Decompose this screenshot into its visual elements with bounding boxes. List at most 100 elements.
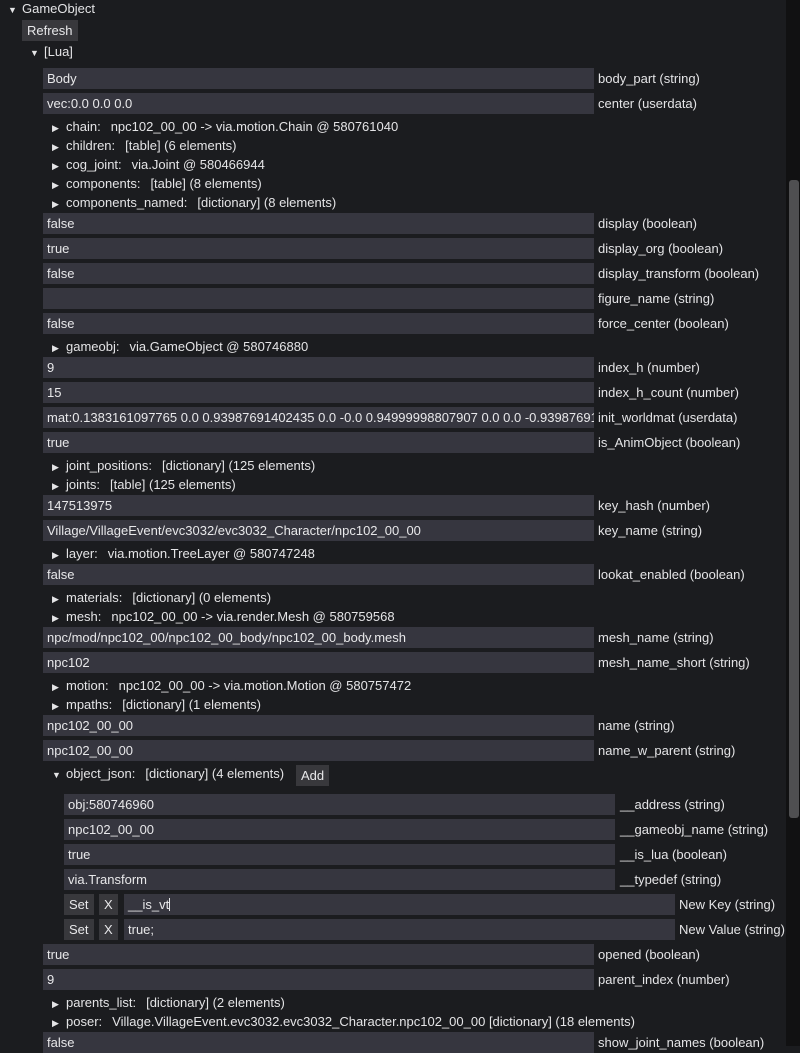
collapsed-tree-node[interactable]: ▶ children: [table] (6 elements): [52, 136, 236, 155]
collapsed-triangle-icon[interactable]: ▶: [52, 1014, 66, 1033]
node-value: npc102_00_00 -> via.motion.Motion @ 5807…: [118, 678, 412, 693]
node-key: layer:: [66, 546, 98, 561]
collapsed-tree-node[interactable]: ▶ cog_joint: via.Joint @ 580466944: [52, 155, 265, 174]
node-value: [table] (8 elements): [150, 176, 262, 191]
property-label: New Value (string): [679, 922, 785, 937]
add-button[interactable]: Add: [296, 765, 330, 786]
value-input[interactable]: mat:0.1383161097765 0.0 0.93987691402435…: [43, 407, 594, 428]
collapsed-tree-node[interactable]: ▶ joints: [table] (125 elements): [52, 475, 236, 494]
node-value: [dictionary] (0 elements): [132, 590, 272, 605]
collapsed-tree-node[interactable]: ▶ joint_positions: [dictionary] (125 eleme…: [52, 456, 315, 475]
scrollbar-thumb[interactable]: [789, 180, 799, 818]
node-key: motion:: [66, 678, 109, 693]
set-button[interactable]: Set: [64, 919, 94, 940]
value-input[interactable]: obj:580746960: [64, 794, 615, 815]
property-label: __is_lua (boolean): [620, 847, 727, 862]
value-input[interactable]: npc102_00_00: [43, 740, 594, 761]
node-key: joint_positions:: [66, 458, 152, 473]
property-label: key_hash (number): [598, 498, 710, 513]
collapsed-tree-node[interactable]: ▶ mpaths: [dictionary] (1 elements): [52, 695, 261, 714]
expanded-triangle-icon[interactable]: ▼: [8, 2, 22, 19]
property-label: index_h_count (number): [598, 385, 739, 400]
text-cursor: [169, 898, 171, 911]
collapsed-tree-node[interactable]: ▶ components_named: [dictionary] (8 elemen…: [52, 193, 336, 212]
collapsed-tree-node[interactable]: ▶ parents_list: [dictionary] (2 elements): [52, 993, 285, 1012]
node-value: via.Joint @ 580466944: [131, 157, 265, 172]
collapsed-triangle-icon[interactable]: ▶: [52, 195, 66, 214]
value-input[interactable]: npc102_00_00: [43, 715, 594, 736]
collapsed-tree-node[interactable]: ▶ poser: Village.VillageEvent.evc3032.evc3…: [52, 1012, 635, 1031]
collapsed-tree-node[interactable]: ▶ motion: npc102_00_00 -> via.motion.Motio…: [52, 676, 411, 695]
collapsed-tree-node[interactable]: ▶ mesh: npc102_00_00 -> via.render.Mesh @ …: [52, 607, 395, 626]
expanded-triangle-icon[interactable]: ▼: [30, 45, 44, 62]
property-label: display_org (boolean): [598, 241, 724, 256]
new-value-input[interactable]: true;: [124, 919, 675, 940]
collapsed-tree-node[interactable]: ▶ materials: [dictionary] (0 elements): [52, 588, 271, 607]
value-input[interactable]: false: [43, 1032, 594, 1053]
property-label: init_worldmat (userdata): [598, 410, 738, 425]
node-value: via.GameObject @ 580746880: [129, 339, 309, 354]
value-input[interactable]: [43, 288, 594, 309]
input-text: __is_vt: [128, 897, 170, 912]
collapsed-triangle-icon[interactable]: ▶: [52, 477, 66, 496]
collapsed-tree-node[interactable]: ▶ chain: npc102_00_00 -> via.motion.Chain …: [52, 117, 398, 136]
property-label: mesh_name (string): [598, 630, 714, 645]
node-value: [table] (125 elements): [109, 477, 236, 492]
property-label: center (userdata): [598, 96, 697, 111]
value-input[interactable]: false: [43, 313, 594, 334]
node-value: [dictionary] (8 elements): [197, 195, 337, 210]
node-key: joints:: [66, 477, 100, 492]
collapsed-tree-node[interactable]: ▶ layer: via.motion.TreeLayer @ 580747248: [52, 544, 315, 563]
node-key: cog_joint:: [66, 157, 122, 172]
property-label: __typedef (string): [620, 872, 722, 887]
node-value: npc102_00_00 -> via.motion.Chain @ 58076…: [110, 119, 399, 134]
value-input[interactable]: 9: [43, 969, 594, 990]
gameobject-label: GameObject: [22, 1, 95, 16]
value-input[interactable]: 15: [43, 382, 594, 403]
node-key: components:: [66, 176, 141, 191]
value-input[interactable]: true: [43, 944, 594, 965]
collapsed-triangle-icon[interactable]: ▶: [52, 546, 66, 565]
value-input[interactable]: npc/mod/npc102_00/npc102_00_body/npc102_…: [43, 627, 594, 648]
value-input[interactable]: Body: [43, 68, 594, 89]
value-input[interactable]: false: [43, 564, 594, 585]
new-key-input[interactable]: __is_vt: [124, 894, 675, 915]
value-input[interactable]: via.Transform: [64, 869, 615, 890]
value-input[interactable]: true: [64, 844, 615, 865]
collapsed-triangle-icon[interactable]: ▶: [52, 339, 66, 358]
value-input[interactable]: false: [43, 213, 594, 234]
set-button[interactable]: Set: [64, 894, 94, 915]
node-key: children:: [66, 138, 116, 153]
lua-tree-node[interactable]: ▼ [Lua]: [30, 43, 73, 60]
expanded-triangle-icon[interactable]: ▼: [52, 766, 66, 785]
value-input[interactable]: true: [43, 238, 594, 259]
clear-x-button[interactable]: X: [99, 919, 118, 940]
property-label: display (boolean): [598, 216, 698, 231]
value-input[interactable]: npc102_00_00: [64, 819, 615, 840]
value-input[interactable]: Village/VillageEvent/evc3032/evc3032_Cha…: [43, 520, 594, 541]
value-input[interactable]: vec:0.0 0.0 0.0: [43, 93, 594, 114]
node-key: object_json:: [66, 766, 136, 781]
property-label: mesh_name_short (string): [598, 655, 750, 670]
value-input[interactable]: npc102: [43, 652, 594, 673]
property-label: lookat_enabled (boolean): [598, 567, 745, 582]
node-value: Village.VillageEvent.evc3032.evc3032_Cha…: [112, 1014, 635, 1029]
object-json-tree-node[interactable]: ▼ object_json: [dictionary] (4 elements): [52, 764, 284, 783]
value-input[interactable]: 9: [43, 357, 594, 378]
node-key: mesh:: [66, 609, 102, 624]
refresh-button[interactable]: Refresh: [22, 20, 78, 41]
collapsed-tree-node[interactable]: ▶ components: [table] (8 elements): [52, 174, 262, 193]
property-label: index_h (number): [598, 360, 700, 375]
node-key: materials:: [66, 590, 123, 605]
gameobject-tree-node[interactable]: ▼ GameObject: [8, 0, 95, 17]
property-label: New Key (string): [679, 897, 776, 912]
collapsed-tree-node[interactable]: ▶ gameobj: via.GameObject @ 580746880: [52, 337, 308, 356]
value-input[interactable]: 147513975: [43, 495, 594, 516]
node-key: mpaths:: [66, 697, 113, 712]
value-input[interactable]: false: [43, 263, 594, 284]
collapsed-triangle-icon[interactable]: ▶: [52, 609, 66, 628]
clear-x-button[interactable]: X: [99, 894, 118, 915]
collapsed-triangle-icon[interactable]: ▶: [52, 697, 66, 716]
value-input[interactable]: true: [43, 432, 594, 453]
node-key: poser:: [66, 1014, 103, 1029]
